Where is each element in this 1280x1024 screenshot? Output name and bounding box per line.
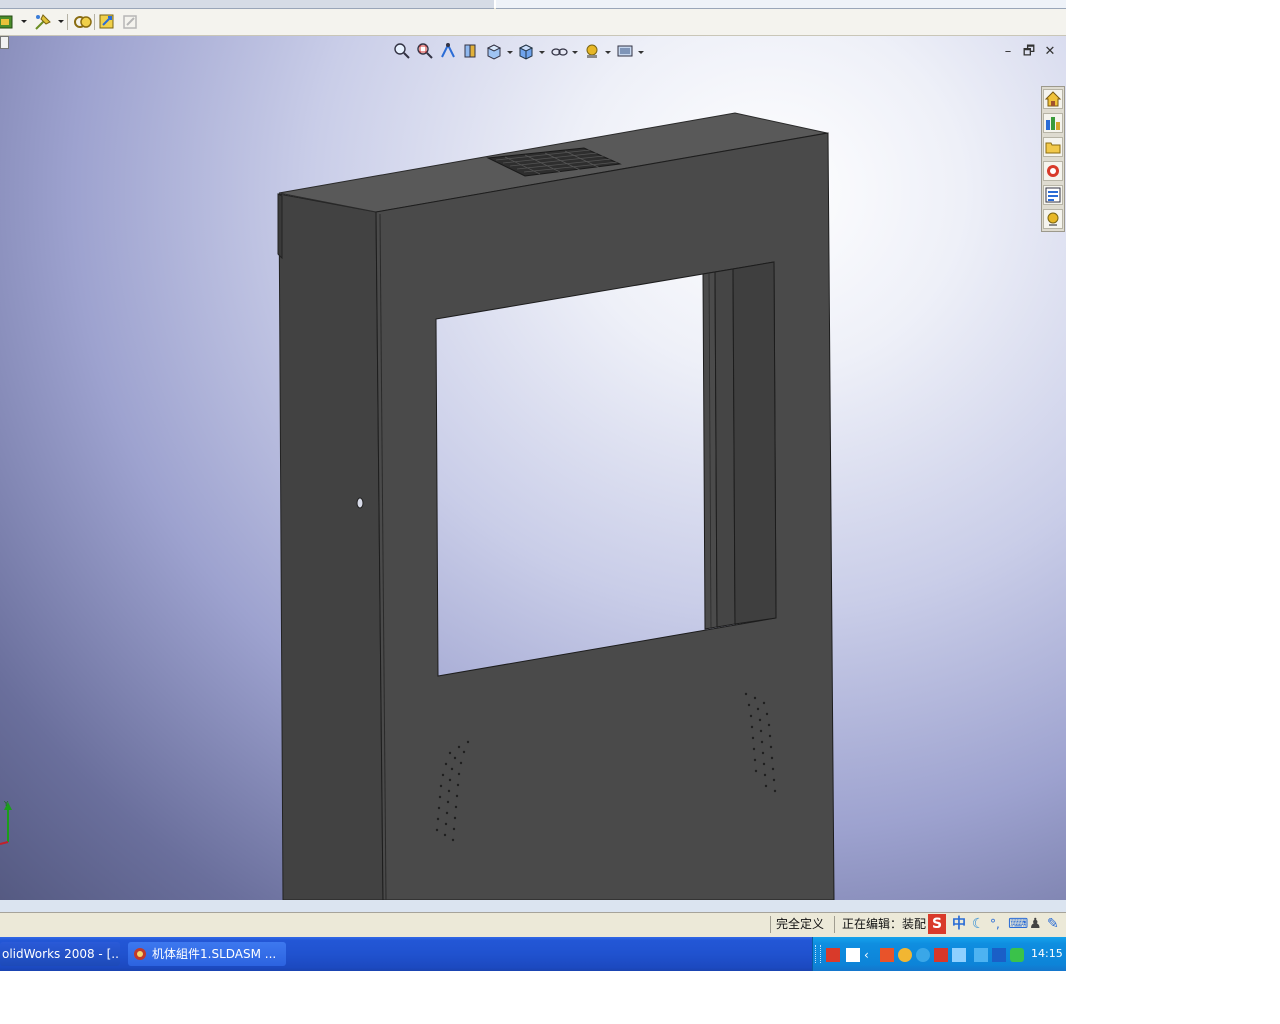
status-divider	[770, 916, 771, 933]
definition-status: 完全定义	[776, 917, 825, 931]
appearances-icon[interactable]	[1043, 209, 1063, 229]
assembly-icon[interactable]	[0, 12, 16, 32]
zoom-area-icon[interactable]	[416, 42, 434, 60]
status-row: 完全定义 正在编辑：装配 S 中 ☾ °, ⌨ ♟ ✎	[0, 913, 1066, 936]
title-strip	[0, 0, 1066, 9]
document-window-controls: – 🗗 ✕	[1000, 44, 1060, 60]
status-bar-gap	[0, 900, 1066, 913]
network-icon[interactable]	[952, 948, 966, 962]
view-orientation-icon[interactable]	[485, 42, 503, 60]
chat-icon[interactable]	[898, 948, 912, 962]
chevron-left-icon[interactable]: ‹	[864, 948, 878, 962]
reference-triad: Y	[0, 800, 12, 845]
disabled-options-icon	[121, 12, 141, 32]
users-icon[interactable]	[974, 948, 988, 962]
chevron-down-icon[interactable]	[21, 20, 27, 23]
sogou-tray-icon[interactable]	[826, 948, 840, 962]
color-wheel-icon[interactable]	[916, 948, 930, 962]
ime-mode-label[interactable]: 中	[952, 914, 966, 934]
appearance-icon[interactable]	[583, 42, 601, 60]
chevron-down-icon[interactable]	[572, 51, 578, 54]
editing-status: 正在编辑：装配	[842, 917, 927, 931]
close-button[interactable]: ✕	[1042, 44, 1058, 60]
tray-grip	[815, 945, 821, 963]
rebuild-icon[interactable]	[73, 12, 93, 32]
status-divider	[834, 916, 835, 933]
menu-strip-right	[496, 0, 1066, 9]
status-bar: 完全定义 正在编辑：装配 S 中 ☾ °, ⌨ ♟ ✎	[0, 900, 1066, 936]
system-clock[interactable]: 14:15	[1031, 945, 1063, 963]
chevron-down-icon[interactable]	[638, 51, 644, 54]
antivirus-icon[interactable]	[934, 948, 948, 962]
windows-taskbar: olidWorks 2008 - [... 机体組件1.SLDASM ... ‹…	[0, 937, 1066, 971]
user-icon[interactable]: ♟	[1029, 914, 1042, 934]
keyboard-icon[interactable]: ⌨	[1008, 914, 1028, 934]
solidworks-window: – 🗗 ✕ Y 完全定义 正在编辑：装配 S 中 ☾ °, ⌨ ♟ ✎ olid…	[0, 0, 1066, 971]
chevron-down-icon[interactable]	[507, 51, 513, 54]
assembly-toolbar	[0, 9, 1066, 36]
display-style-icon[interactable]	[517, 42, 535, 60]
svg-text:Y: Y	[3, 800, 9, 808]
scene-icon[interactable]	[616, 42, 634, 60]
task-pane-tabs	[1041, 86, 1065, 232]
zoom-to-fit-icon[interactable]	[393, 42, 411, 60]
options-icon[interactable]	[98, 12, 118, 32]
download-icon[interactable]	[880, 948, 894, 962]
cabinet-model[interactable]	[0, 36, 1066, 900]
previous-view-icon[interactable]	[439, 42, 457, 60]
restore-button[interactable]: 🗗	[1021, 44, 1037, 60]
toolbar-separator	[67, 14, 68, 30]
taskbar-item-assembly[interactable]: 机体組件1.SLDASM ...	[128, 942, 286, 966]
custom-properties-icon[interactable]	[1043, 185, 1063, 205]
taskbar-item-label: 机体組件1.SLDASM ...	[152, 947, 277, 961]
moon-icon[interactable]: ☾	[972, 914, 985, 934]
menu-strip-left	[0, 0, 494, 9]
bluetooth-icon[interactable]	[992, 948, 1006, 962]
graphics-viewport[interactable]: – 🗗 ✕ Y	[0, 36, 1066, 900]
shield-icon[interactable]	[1010, 948, 1024, 962]
toolbar-separator	[94, 14, 95, 30]
help-icon[interactable]	[846, 948, 860, 962]
minimize-button[interactable]: –	[1000, 44, 1016, 60]
system-tray: ‹ 14:15	[812, 937, 1066, 971]
chevron-down-icon[interactable]	[58, 20, 64, 23]
sogou-ime-icon[interactable]: S	[928, 914, 946, 934]
hide-show-icon[interactable]	[550, 42, 568, 60]
smart-mate-icon[interactable]	[33, 12, 53, 32]
chevron-down-icon[interactable]	[539, 51, 545, 54]
taskbar-item-solidworks[interactable]: olidWorks 2008 - [...	[0, 942, 120, 966]
ime-punct-label[interactable]: °,	[990, 914, 1000, 934]
design-library-icon[interactable]	[1043, 113, 1063, 133]
view-palette-icon[interactable]	[1043, 161, 1063, 181]
chevron-down-icon[interactable]	[605, 51, 611, 54]
wrench-icon[interactable]: ✎	[1047, 914, 1059, 934]
home-icon[interactable]	[1043, 89, 1063, 109]
solidworks-doc-icon	[134, 948, 146, 960]
section-view-icon[interactable]	[462, 42, 480, 60]
file-explorer-icon[interactable]	[1043, 137, 1063, 157]
